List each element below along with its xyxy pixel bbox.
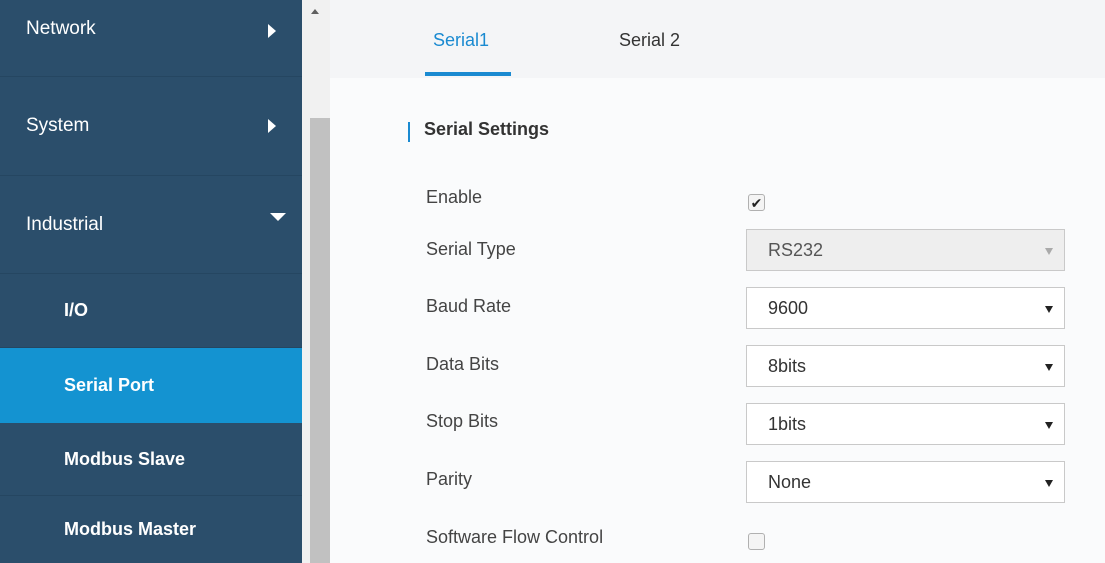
stop-bits-select[interactable]: 1bits: [746, 403, 1065, 445]
sidebar-item-io[interactable]: I/O: [0, 274, 302, 348]
serial-type-value: RS232: [768, 239, 824, 260]
data-bits-value: 8bits: [768, 355, 807, 376]
dropdown-caret-icon: [1045, 480, 1053, 487]
scrollbar-thumb[interactable]: [310, 118, 330, 563]
stop-bits-label: Stop Bits: [426, 411, 499, 431]
serial-type-label: Serial Type: [426, 239, 516, 259]
tab-serial1[interactable]: Serial1: [433, 30, 489, 51]
sidebar-item-label: I/O: [64, 300, 89, 320]
parity-label: Parity: [426, 469, 473, 489]
serial-settings-panel: Serial Settings Enable ✔ Serial Type RS2…: [330, 78, 1105, 563]
sidebar-item-system[interactable]: System: [0, 77, 302, 176]
sidebar-item-label: Network: [26, 18, 96, 39]
parity-select[interactable]: None: [746, 461, 1065, 503]
dropdown-caret-icon: [1045, 364, 1053, 371]
sidebar-item-label: Industrial: [26, 213, 104, 235]
active-tab-indicator: [425, 72, 511, 76]
baud-rate-select[interactable]: 9600: [746, 287, 1065, 329]
serial-type-select: RS232: [746, 229, 1065, 271]
baud-rate-label: Baud Rate: [426, 296, 512, 316]
data-bits-select[interactable]: 8bits: [746, 345, 1065, 387]
enable-label: Enable: [426, 187, 483, 207]
section-title: Serial Settings: [424, 119, 550, 139]
sidebar-item-industrial[interactable]: Industrial: [0, 176, 302, 274]
baud-rate-value: 9600: [768, 297, 809, 318]
sidebar-item-label: Modbus Slave: [64, 448, 186, 469]
chevron-right-icon: [268, 119, 276, 133]
software-flow-control-label: Software Flow Control: [426, 527, 604, 547]
scroll-up-arrow-icon[interactable]: [311, 9, 319, 14]
tab-bar: Serial1 Serial 2: [330, 0, 1105, 78]
section-accent-bar: [408, 122, 410, 142]
checkmark-icon: ✔: [750, 194, 763, 211]
data-bits-label: Data Bits: [426, 354, 500, 374]
sidebar-item-label: System: [26, 115, 90, 136]
sidebar: Network System Industrial I/O Serial Por…: [0, 0, 302, 563]
sidebar-item-serial-port[interactable]: Serial Port: [0, 348, 302, 423]
sidebar-item-modbus-master[interactable]: Modbus Master: [0, 496, 302, 563]
enable-checkbox[interactable]: ✔: [748, 194, 765, 211]
chevron-right-icon: [268, 24, 276, 38]
stop-bits-value: 1bits: [768, 413, 807, 434]
dropdown-caret-icon: [1045, 422, 1053, 429]
dropdown-caret-icon: [1045, 248, 1053, 255]
sidebar-scrollbar[interactable]: [302, 0, 330, 563]
main-content: Serial1 Serial 2 Serial Settings Enable …: [330, 0, 1105, 563]
sidebar-item-modbus-slave[interactable]: Modbus Slave: [0, 423, 302, 496]
dropdown-caret-icon: [1045, 306, 1053, 313]
tab-serial2[interactable]: Serial 2: [619, 30, 680, 51]
sidebar-item-label: Modbus Master: [64, 519, 197, 539]
sidebar-item-network[interactable]: Network: [0, 0, 302, 77]
software-flow-control-checkbox[interactable]: [748, 533, 765, 550]
chevron-down-icon: [270, 213, 286, 221]
parity-value: None: [768, 471, 812, 492]
sidebar-item-label: Serial Port: [64, 375, 155, 395]
